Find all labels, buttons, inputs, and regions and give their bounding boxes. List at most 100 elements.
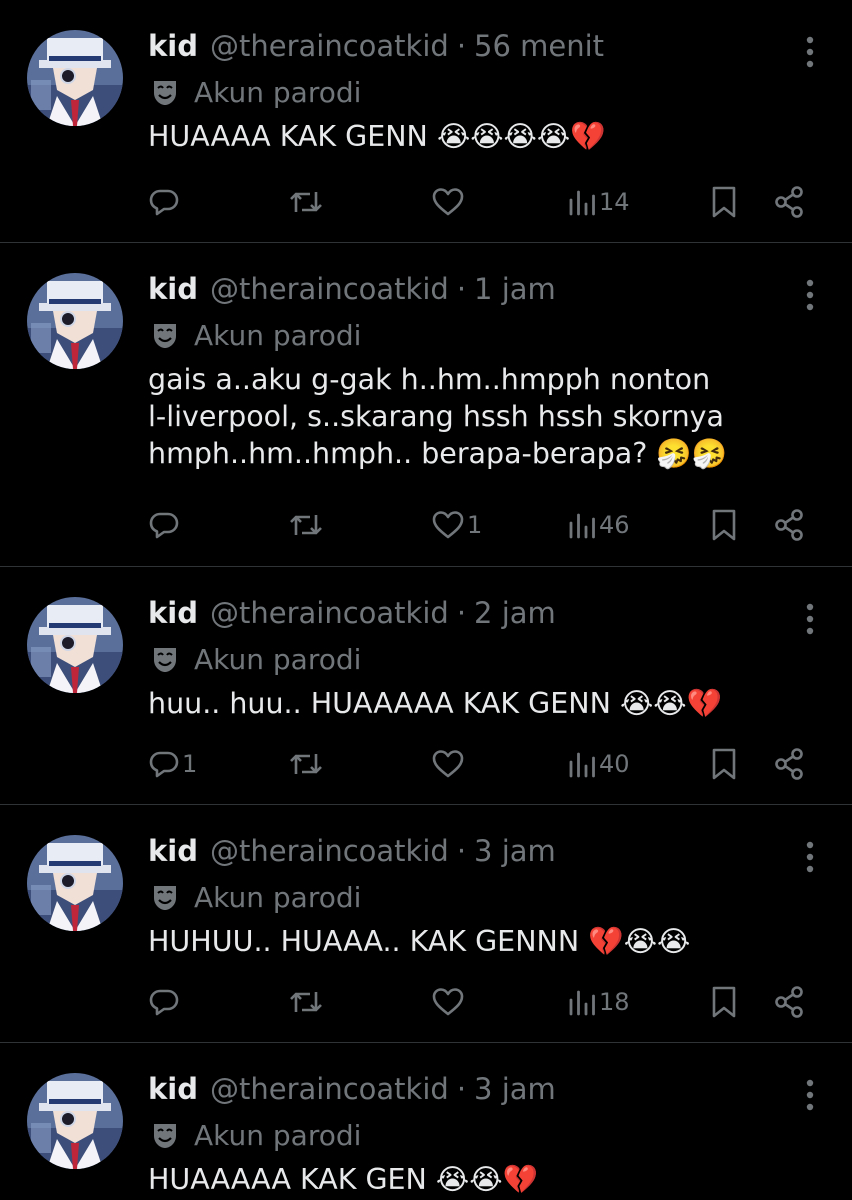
tweet[interactable]: kid @theraincoatkid · 1 jam Akun parodi … (0, 243, 852, 567)
more-options-button[interactable] (804, 34, 816, 70)
share-button[interactable] (772, 742, 806, 786)
user-handle[interactable]: @theraincoatkid (210, 596, 449, 630)
tweet-actions: 1 40 (0, 742, 852, 786)
bookmark-button[interactable] (710, 503, 738, 547)
avatar[interactable] (27, 597, 123, 693)
avatar[interactable] (27, 1073, 123, 1169)
like-button[interactable] (431, 180, 467, 224)
separator: · (456, 272, 467, 306)
avatar[interactable] (27, 30, 123, 126)
views-count: 14 (599, 188, 630, 216)
tweet[interactable]: kid @theraincoatkid · 56 menit Akun paro… (0, 0, 852, 243)
views-count: 46 (599, 511, 630, 539)
reply-button[interactable]: 1 (148, 742, 197, 786)
avatar[interactable] (27, 273, 123, 369)
display-name[interactable]: kid (148, 596, 198, 630)
share-icon (775, 748, 803, 780)
share-button[interactable] (772, 180, 806, 224)
separator: · (456, 596, 467, 630)
more-options-button[interactable] (804, 601, 816, 637)
separator: · (456, 1072, 467, 1106)
tweet[interactable]: kid @theraincoatkid · 2 jam Akun parodi … (0, 567, 852, 805)
repost-button[interactable] (288, 503, 326, 547)
anime-avatar-icon (27, 1073, 123, 1169)
tweet[interactable]: kid @theraincoatkid · 3 jam Akun parodi … (0, 1043, 852, 1200)
tweet-text: HUHUU.. HUAAA.. KAK GENNN 💔😭😭 (148, 925, 691, 958)
tweet[interactable]: kid @theraincoatkid · 3 jam Akun parodi … (0, 805, 852, 1043)
views-button[interactable]: 40 (567, 742, 630, 786)
more-options-button[interactable] (804, 1077, 816, 1113)
bookmark-button[interactable] (710, 742, 738, 786)
bookmark-icon (712, 509, 736, 541)
more-options-icon (806, 1079, 814, 1111)
parody-account-label: Akun parodi (150, 1115, 361, 1155)
views-button[interactable]: 14 (567, 180, 630, 224)
like-button[interactable]: 1 (431, 503, 482, 547)
separator: · (456, 834, 467, 868)
like-icon (432, 988, 464, 1016)
timeline-feed: kid @theraincoatkid · 56 menit Akun paro… (0, 0, 852, 1200)
repost-button[interactable] (288, 742, 326, 786)
like-button[interactable] (431, 980, 467, 1024)
like-icon (432, 750, 464, 778)
share-button[interactable] (772, 980, 806, 1024)
more-options-icon (806, 279, 814, 311)
parody-mask-icon (154, 1124, 176, 1148)
timestamp[interactable]: 56 menit (474, 29, 604, 63)
more-options-icon (806, 603, 814, 635)
bookmark-icon (712, 186, 736, 218)
more-options-button[interactable] (804, 839, 816, 875)
share-button[interactable] (772, 503, 806, 547)
display-name[interactable]: kid (148, 29, 198, 63)
more-options-icon (806, 36, 814, 68)
separator: · (456, 29, 467, 63)
tweet-header: kid @theraincoatkid · 1 jam (148, 269, 556, 309)
repost-icon (290, 192, 322, 212)
anime-avatar-icon (27, 273, 123, 369)
reply-count: 1 (182, 750, 198, 778)
timestamp[interactable]: 3 jam (474, 1072, 556, 1106)
user-handle[interactable]: @theraincoatkid (210, 29, 449, 63)
bookmark-button[interactable] (710, 980, 738, 1024)
views-count: 18 (599, 988, 630, 1016)
user-handle[interactable]: @theraincoatkid (210, 1072, 449, 1106)
reply-icon (149, 989, 179, 1016)
bookmark-button[interactable] (710, 180, 738, 224)
parody-label-text: Akun parodi (194, 75, 362, 109)
anime-avatar-icon (27, 30, 123, 126)
parody-mask-icon (154, 648, 176, 672)
timestamp[interactable]: 2 jam (474, 596, 556, 630)
user-handle[interactable]: @theraincoatkid (210, 272, 449, 306)
like-count: 1 (467, 511, 483, 539)
avatar[interactable] (27, 835, 123, 931)
repost-icon (290, 515, 322, 535)
repost-icon (290, 992, 322, 1012)
reply-icon (149, 751, 179, 778)
bookmark-icon (712, 748, 736, 780)
tweet-text: huu.. huu.. HUAAAAA KAK GENN 😭😭💔 (148, 687, 723, 720)
tweet-text: HUAAAAA KAK GEN 😭😭💔 (148, 1163, 538, 1196)
views-button[interactable]: 46 (567, 503, 630, 547)
parody-mask-icon (154, 324, 176, 348)
parody-label-text: Akun parodi (194, 880, 362, 914)
reply-button[interactable] (148, 180, 182, 224)
repost-button[interactable] (288, 180, 326, 224)
parody-label-text: Akun parodi (194, 318, 362, 352)
like-button[interactable] (431, 742, 467, 786)
repost-button[interactable] (288, 980, 326, 1024)
like-icon (432, 511, 464, 539)
bookmark-icon (712, 986, 736, 1018)
reply-button[interactable] (148, 503, 182, 547)
views-button[interactable]: 18 (567, 980, 630, 1024)
parody-account-label: Akun parodi (150, 877, 361, 917)
display-name[interactable]: kid (148, 272, 198, 306)
parody-label-text: Akun parodi (194, 1118, 362, 1152)
timestamp[interactable]: 3 jam (474, 834, 556, 868)
user-handle[interactable]: @theraincoatkid (210, 834, 449, 868)
display-name[interactable]: kid (148, 834, 198, 868)
more-options-button[interactable] (804, 277, 816, 313)
display-name[interactable]: kid (148, 1072, 198, 1106)
reply-button[interactable] (148, 980, 182, 1024)
more-options-icon (806, 841, 814, 873)
timestamp[interactable]: 1 jam (474, 272, 556, 306)
